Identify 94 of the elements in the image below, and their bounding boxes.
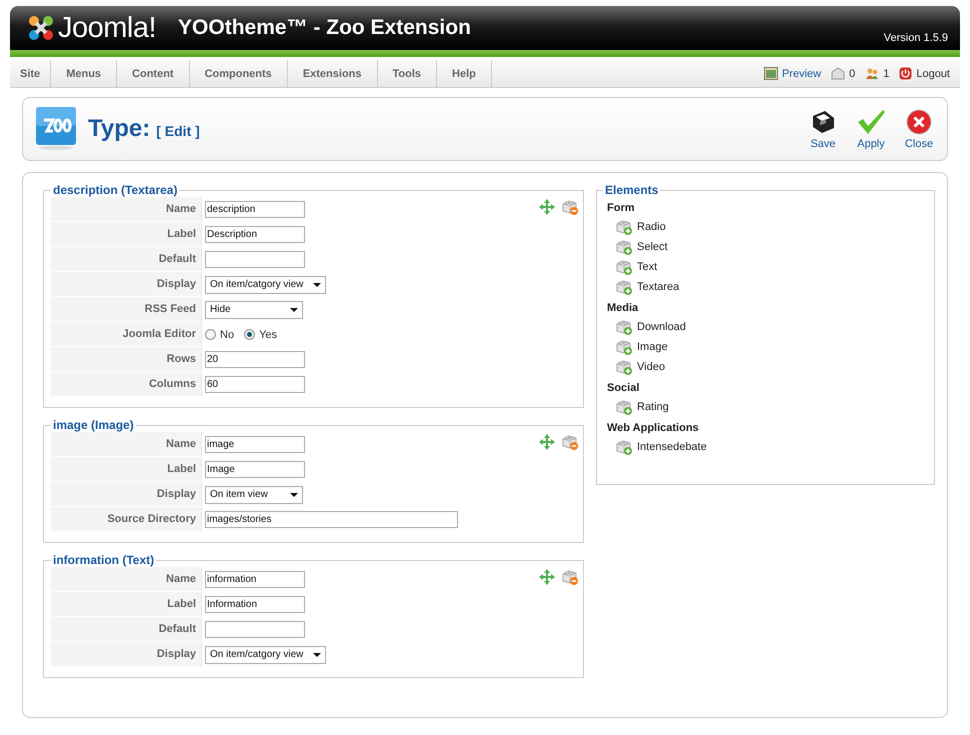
field-label: Display [51, 482, 202, 507]
element-link[interactable]: Download [637, 321, 686, 333]
brick-add-icon[interactable] [615, 399, 633, 415]
group-heading: Web Applications [607, 422, 700, 434]
brick-remove-icon[interactable] [561, 434, 579, 450]
radio-button[interactable] [205, 329, 216, 340]
menu-item[interactable]: Tools [378, 60, 438, 87]
brick-add-icon[interactable] [615, 279, 633, 295]
save-button[interactable]: Save [803, 108, 843, 150]
text-field[interactable]: Image [205, 461, 305, 478]
radio-label: No [220, 328, 234, 340]
brick-remove-icon[interactable] [561, 199, 579, 215]
menu-item[interactable]: Content [117, 60, 190, 87]
brick-add-icon[interactable] [615, 339, 633, 355]
element-link[interactable]: Select [637, 241, 668, 253]
field-label: Display [51, 272, 202, 297]
text-field[interactable]: image [205, 436, 305, 453]
logout-link[interactable]: Logout [916, 68, 950, 80]
section-title: description (Textarea) [52, 183, 178, 197]
field-label: Joomla Editor [51, 322, 202, 347]
brick-add-icon[interactable] [615, 319, 633, 335]
close-button[interactable]: Close [899, 108, 939, 150]
save-icon [810, 108, 836, 134]
select-field[interactable]: Hide [205, 300, 303, 318]
group-heading: Media [607, 302, 640, 314]
menu-item[interactable]: Help [437, 60, 492, 87]
field-label: RSS Feed [51, 297, 202, 322]
move-icon[interactable] [539, 569, 555, 585]
field-label: Name [51, 197, 202, 222]
brick-add-icon[interactable] [615, 239, 633, 255]
element-link[interactable]: Video [637, 361, 665, 373]
users-icon [865, 67, 880, 80]
brick-add-icon[interactable] [615, 359, 633, 375]
field-label: Default [51, 247, 202, 272]
user-count: 1 [883, 68, 890, 80]
field-label: Label [51, 457, 202, 482]
text-field[interactable]: 60 [205, 376, 305, 393]
field-label: Default [51, 617, 202, 642]
section-title: information (Text) [52, 553, 156, 567]
text-field[interactable]: images/stories [205, 511, 458, 528]
element-link[interactable]: Radio [637, 221, 666, 233]
radio-button[interactable] [244, 329, 256, 340]
text-field[interactable]: description [205, 201, 305, 218]
element-link[interactable]: Image [637, 341, 668, 353]
logo-icon [26, 13, 56, 43]
field-label: Rows [51, 347, 202, 372]
menu-item[interactable]: Menus [51, 60, 118, 87]
brick-remove-icon[interactable] [561, 569, 579, 585]
element-link[interactable]: Intensedebate [637, 441, 707, 453]
apply-button[interactable]: Apply [851, 108, 891, 150]
logout-icon [899, 67, 912, 80]
page-title: Type: [88, 115, 150, 143]
field-label: Columns [51, 372, 202, 397]
field-label: Source Directory [51, 507, 202, 532]
brick-add-icon[interactable] [615, 259, 633, 275]
logo-text: Joomla! [58, 12, 156, 44]
brick-add-icon[interactable] [615, 439, 633, 455]
text-field[interactable]: 20 [205, 351, 305, 368]
move-icon[interactable] [539, 434, 555, 450]
element-link[interactable]: Rating [637, 401, 669, 413]
text-field[interactable] [205, 251, 305, 268]
brick-add-icon[interactable] [615, 219, 633, 235]
preview-link[interactable]: Preview [782, 68, 822, 80]
close-icon [906, 108, 932, 134]
group-heading: Form [607, 202, 636, 214]
checkmark-icon [856, 108, 886, 134]
text-field[interactable]: Information [205, 596, 305, 613]
field-label: Display [51, 642, 202, 667]
section-title: Elements [604, 183, 660, 197]
text-field[interactable]: Description [205, 226, 305, 243]
preview-icon [764, 67, 778, 80]
select-field[interactable]: On item/catgory view [205, 646, 326, 664]
text-field[interactable]: information [205, 571, 305, 588]
menu-item[interactable]: Components [190, 60, 288, 87]
page-subtitle: [ Edit ] [156, 123, 200, 139]
message-count: 0 [849, 68, 856, 80]
app-title: YOOtheme™ - Zoo Extension [178, 16, 471, 40]
move-icon[interactable] [539, 199, 555, 215]
version-text: Version 1.5.9 [884, 32, 948, 44]
field-label: Name [51, 432, 202, 457]
field-label: Label [51, 592, 202, 617]
field-label: Label [51, 222, 202, 247]
select-field[interactable]: On item/catgory view [205, 276, 326, 294]
element-link[interactable]: Text [637, 261, 658, 273]
select-field[interactable]: On item view [205, 486, 303, 504]
field-label: Name [51, 567, 202, 592]
text-field[interactable] [205, 621, 305, 638]
menu-item[interactable]: Extensions [288, 60, 378, 87]
section-title: image (Image) [52, 418, 135, 432]
element-link[interactable]: Textarea [637, 281, 680, 293]
menu-item[interactable]: Site [10, 60, 52, 87]
group-heading: Social [607, 382, 640, 394]
radio-label: Yes [259, 328, 278, 340]
zoo-logo-icon [36, 107, 76, 151]
